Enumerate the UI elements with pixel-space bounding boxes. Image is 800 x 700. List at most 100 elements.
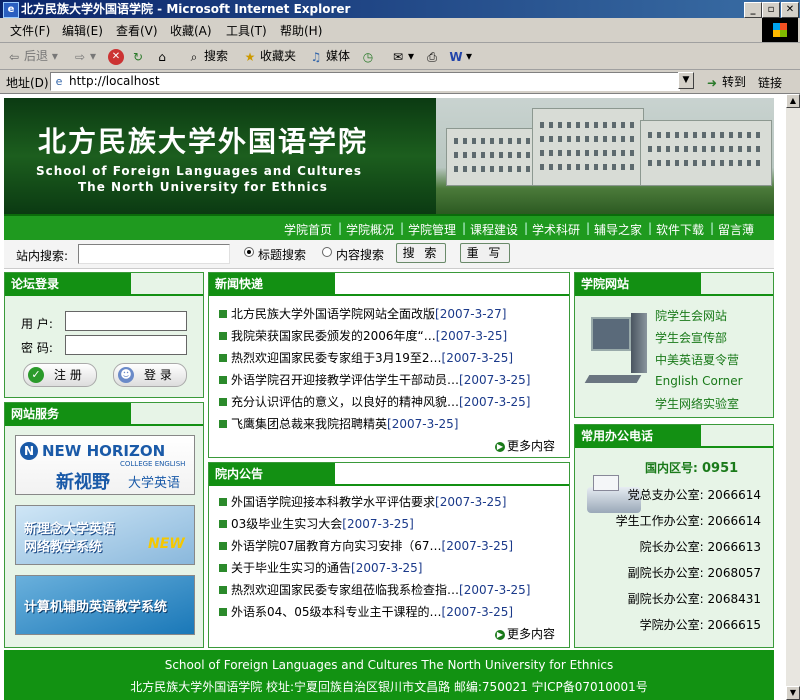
bullet-icon [219, 375, 227, 384]
notice-item[interactable]: 外语系04、05级本科专业主干课程的…[2007-3-25] [219, 603, 513, 621]
notices-more-link[interactable]: ▶ 更多内容 [494, 625, 555, 642]
main-nav: 学院首页 | 学院概况 | 学院管理 | 课程建设 | 学术科研 | 辅导之家 … [4, 214, 774, 240]
bullet-icon [219, 309, 227, 318]
site-link-network-lab[interactable]: 学生网络实验室 [655, 395, 739, 412]
site-link-summer-camp[interactable]: 中美英语夏令营 [655, 351, 739, 368]
news-item[interactable]: 热烈欢迎国家民委专家组于3月19至2…[2007-3-25] [219, 349, 513, 367]
nav-downloads[interactable]: 软件下载 [656, 221, 704, 238]
phone-row: 学院办公室: 2066615 [639, 618, 761, 632]
scroll-down-icon[interactable]: ▼ [786, 686, 800, 700]
notice-item[interactable]: 外国语学院迎接本科教学水平评估要求[2007-3-25] [219, 493, 506, 511]
menu-view[interactable]: 查看(V) [116, 22, 158, 39]
menu-help[interactable]: 帮助(H) [280, 22, 322, 39]
search-input[interactable] [78, 244, 230, 264]
password-input[interactable] [65, 335, 187, 355]
bullet-icon [219, 519, 227, 528]
menu-favorites[interactable]: 收藏(A) [170, 22, 212, 39]
phone-row: 副院长办公室: 2068431 [627, 592, 761, 606]
forward-button[interactable]: ⇨ ▾ [72, 47, 96, 65]
news-item[interactable]: 外语学院召开迎接教学评估学生干部动员…[2007-3-25] [219, 371, 530, 389]
home-button[interactable]: ⌂ [154, 47, 172, 65]
nav-tutoring[interactable]: 辅导之家 [594, 221, 642, 238]
history-icon: ◷ [362, 49, 374, 64]
footer-line-en: School of Foreign Languages and Cultures… [164, 658, 614, 672]
window-title-bar[interactable]: e 北方民族大学外国语学院 - Microsoft Internet Explo… [0, 0, 800, 18]
bullet-icon [219, 607, 227, 616]
search-reset-button[interactable]: 重 写 [460, 243, 510, 263]
radio-title-search[interactable] [244, 247, 254, 257]
media-button[interactable]: ♫ 媒体 [308, 47, 350, 65]
ie-icon: e [3, 2, 19, 18]
phones-panel: 常用办公电话 国内区号: 0951 党总支办公室: 2066614 学生工作办公… [574, 424, 774, 648]
edit-button[interactable]: W ▾ [448, 47, 472, 65]
news-item[interactable]: 充分认识评估的意义，以良好的精神风貌…[2007-3-25] [219, 393, 530, 411]
login-button[interactable]: ☻ 登 录 [113, 363, 187, 387]
stop-button[interactable]: ✕ [108, 47, 126, 65]
phone-row: 副院长办公室: 2068057 [627, 566, 761, 580]
cai-system-link[interactable]: 计算机辅助英语教学系统 [15, 575, 195, 635]
mail-button[interactable]: ✉ ▾ [390, 47, 414, 65]
search-submit-button[interactable]: 搜 索 [396, 243, 446, 263]
maximize-button[interactable]: ▫ [762, 2, 780, 18]
new-horizon-link[interactable]: N NEW HORIZON COLLEGE ENGLISH 新视野 大学英语 [15, 435, 195, 495]
site-search-bar: 站内搜索: 标题搜索 内容搜索 搜 索 重 写 [4, 240, 774, 269]
news-item[interactable]: 我院荣获国家民委颁发的2006年度“…[2007-3-25] [219, 327, 507, 345]
minimize-button[interactable]: _ [744, 2, 762, 18]
username-input[interactable] [65, 311, 187, 331]
notice-item[interactable]: 热烈欢迎国家民委专家组莅临我系检查指…[2007-3-25] [219, 581, 530, 599]
news-more-link[interactable]: ▶ 更多内容 [494, 437, 555, 454]
scroll-up-icon[interactable]: ▲ [786, 94, 800, 108]
site-link-student-union[interactable]: 院学生会网站 [655, 307, 727, 324]
history-button[interactable]: ◷ [360, 47, 378, 65]
sites-heading: 学院网站 [575, 273, 701, 295]
register-button[interactable]: ✓ 注 册 [23, 363, 97, 387]
favorites-button[interactable]: ★ 收藏夹 [242, 47, 296, 65]
back-arrow-icon: ⇦ [8, 49, 20, 64]
address-input[interactable]: e http://localhost [50, 72, 680, 91]
phone-row: 学生工作办公室: 2066614 [615, 514, 761, 528]
news-item[interactable]: 北方民族大学外国语学院网站全面改版[2007-3-27] [219, 305, 506, 323]
nav-management[interactable]: 学院管理 [408, 221, 456, 238]
check-icon: ✓ [28, 367, 44, 383]
toolbar: ⇦ 后退 ▾ ⇨ ▾ ✕ ↻ ⌂ ⌕ 搜索 ★ 收藏夹 ♫ 媒体 ◷ ✉ ▾ ⎙ W ▾ [0, 43, 800, 70]
vertical-scrollbar[interactable]: ▲ ▼ [786, 94, 800, 700]
bullet-icon [219, 397, 227, 406]
menu-edit[interactable]: 编辑(E) [62, 22, 103, 39]
nav-courses[interactable]: 课程建设 [470, 221, 518, 238]
media-icon: ♫ [310, 49, 322, 64]
radio-content-search[interactable] [322, 247, 332, 257]
windows-flag-icon [773, 23, 787, 37]
stop-icon: ✕ [108, 48, 124, 65]
notice-item[interactable]: 外语学院07届教育方向实习安排（67…[2007-3-25] [219, 537, 513, 555]
address-dropdown-button[interactable]: ▼ [678, 72, 694, 89]
phones-heading: 常用办公电话 [575, 425, 701, 447]
search-label: 站内搜索: [16, 249, 69, 263]
menu-tools[interactable]: 工具(T) [226, 22, 267, 39]
notices-heading: 院内公告 [209, 463, 335, 485]
search-button[interactable]: ⌕ 搜索 [186, 47, 228, 65]
notice-item[interactable]: 03级毕业生实习大会[2007-3-25] [219, 515, 414, 533]
site-link-english-corner[interactable]: English Corner [655, 374, 743, 388]
address-label: 地址(D) [6, 76, 49, 90]
new-concept-link[interactable]: 新理念大学英语 网络教学系统 NEW [15, 505, 195, 565]
nav-guestbook[interactable]: 留言薄 [718, 221, 754, 238]
notice-item[interactable]: 关于毕业生实习的通告[2007-3-25] [219, 559, 422, 577]
print-button[interactable]: ⎙ [424, 47, 442, 65]
go-button[interactable]: ➜ 转到 [704, 73, 746, 91]
refresh-button[interactable]: ↻ [130, 47, 148, 65]
banner-title-cn: 北方民族大学外国语学院 [38, 125, 369, 158]
radio-content-label: 内容搜索 [336, 248, 385, 262]
nav-research[interactable]: 学术科研 [532, 221, 580, 238]
windows-logo [762, 18, 798, 42]
bullet-icon [219, 541, 227, 550]
site-link-publicity[interactable]: 学生会宣传部 [655, 329, 727, 346]
mail-icon: ✉ [392, 49, 404, 64]
close-button[interactable]: ✕ [781, 2, 799, 18]
nav-overview[interactable]: 学院概况 [346, 221, 394, 238]
nav-home[interactable]: 学院首页 [284, 221, 332, 238]
news-item[interactable]: 飞鹰集团总裁来我院招聘精英[2007-3-25] [219, 415, 458, 433]
phone-row: 院长办公室: 2066613 [639, 540, 761, 554]
menu-file[interactable]: 文件(F) [10, 22, 50, 39]
back-button[interactable]: ⇦ 后退 ▾ [6, 47, 58, 65]
links-button[interactable]: 链接 [758, 74, 782, 91]
